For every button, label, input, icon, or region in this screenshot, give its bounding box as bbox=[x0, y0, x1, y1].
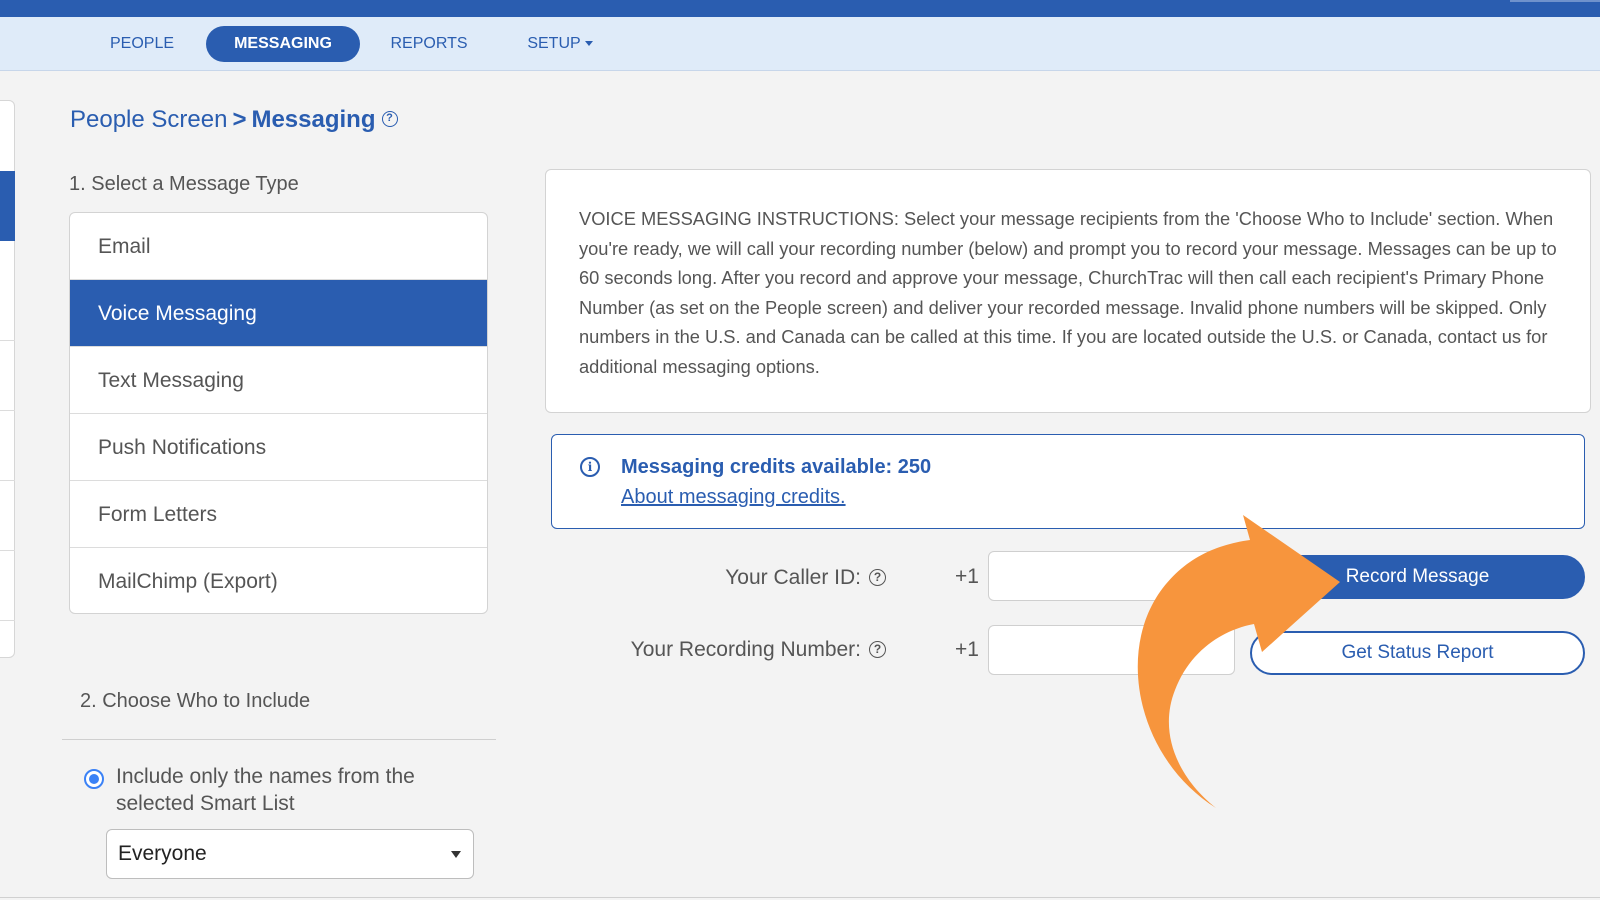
message-type-mailchimp[interactable]: MailChimp (Export) bbox=[70, 548, 487, 613]
nav-messaging[interactable]: MESSAGING bbox=[206, 26, 360, 62]
caret-down-icon bbox=[584, 41, 593, 47]
help-icon[interactable]: ? bbox=[869, 640, 886, 658]
recording-number-input[interactable] bbox=[988, 625, 1235, 675]
smart-list-option[interactable]: Include only the names from the selected… bbox=[84, 763, 464, 817]
nav-reports[interactable]: REPORTS bbox=[382, 26, 476, 62]
smart-list-select[interactable]: Everyone bbox=[106, 829, 474, 879]
help-icon[interactable]: ? bbox=[869, 568, 886, 586]
recording-number-country-code: +1 bbox=[955, 638, 979, 661]
message-type-email[interactable]: Email bbox=[70, 213, 487, 280]
side-panel-divider bbox=[0, 620, 15, 621]
dropdown-arrow-icon bbox=[451, 851, 461, 858]
step1-label: 1. Select a Message Type bbox=[69, 173, 299, 195]
side-panel-divider bbox=[0, 550, 15, 551]
side-panel-active-item[interactable] bbox=[0, 171, 15, 241]
breadcrumb: People Screen > Messaging? bbox=[70, 106, 398, 134]
message-type-text[interactable]: Text Messaging bbox=[70, 347, 487, 414]
side-panel-divider bbox=[0, 340, 15, 341]
side-panel-divider bbox=[0, 410, 15, 411]
top-bar-corner bbox=[1510, 0, 1600, 2]
recording-number-label-text: Your Recording Number: bbox=[630, 638, 861, 661]
main-nav: PEOPLE MESSAGING REPORTS SETUP bbox=[0, 17, 1600, 71]
smart-list-radio-label: Include only the names from the selected… bbox=[116, 765, 415, 815]
info-icon: i bbox=[580, 457, 600, 477]
message-type-voice[interactable]: Voice Messaging bbox=[70, 280, 487, 347]
step2-label: 2. Choose Who to Include bbox=[80, 690, 311, 712]
help-icon[interactable]: ? bbox=[381, 110, 398, 127]
step2-divider bbox=[62, 739, 496, 740]
top-bar bbox=[0, 0, 1600, 17]
side-panel-divider bbox=[0, 480, 15, 481]
get-status-report-button[interactable]: Get Status Report bbox=[1250, 631, 1585, 675]
message-type-list: Email Voice Messaging Text Messaging Pus… bbox=[69, 212, 488, 614]
caller-id-label-text: Your Caller ID: bbox=[725, 566, 861, 589]
bottom-divider bbox=[0, 897, 1600, 898]
credits-available: Messaging credits available: 250 bbox=[621, 456, 932, 478]
credits-alert: i Messaging credits available: 250 About… bbox=[551, 434, 1585, 529]
breadcrumb-current: Messaging bbox=[251, 106, 376, 133]
smart-list-radio[interactable] bbox=[84, 769, 104, 789]
breadcrumb-separator: > bbox=[232, 106, 247, 133]
record-message-button[interactable]: Record Message bbox=[1250, 555, 1585, 599]
message-type-form-letters[interactable]: Form Letters bbox=[70, 481, 487, 548]
voice-instructions-panel: VOICE MESSAGING INSTRUCTIONS: Select you… bbox=[545, 169, 1591, 413]
recording-number-label: Your Recording Number:? bbox=[631, 638, 886, 662]
caller-id-label: Your Caller ID:? bbox=[725, 566, 886, 590]
side-panel-edge bbox=[0, 100, 15, 658]
nav-setup[interactable]: SETUP bbox=[514, 26, 606, 62]
message-type-push[interactable]: Push Notifications bbox=[70, 414, 487, 481]
smart-list-selected-value: Everyone bbox=[118, 842, 207, 865]
nav-setup-label: SETUP bbox=[527, 35, 581, 52]
about-credits-link[interactable]: About messaging credits. bbox=[621, 486, 846, 509]
breadcrumb-parent[interactable]: People Screen bbox=[70, 106, 227, 133]
nav-people[interactable]: PEOPLE bbox=[96, 26, 188, 62]
voice-instructions-text: VOICE MESSAGING INSTRUCTIONS: Select you… bbox=[579, 208, 1557, 377]
caller-id-input[interactable] bbox=[988, 551, 1235, 601]
caller-id-country-code: +1 bbox=[955, 565, 979, 588]
